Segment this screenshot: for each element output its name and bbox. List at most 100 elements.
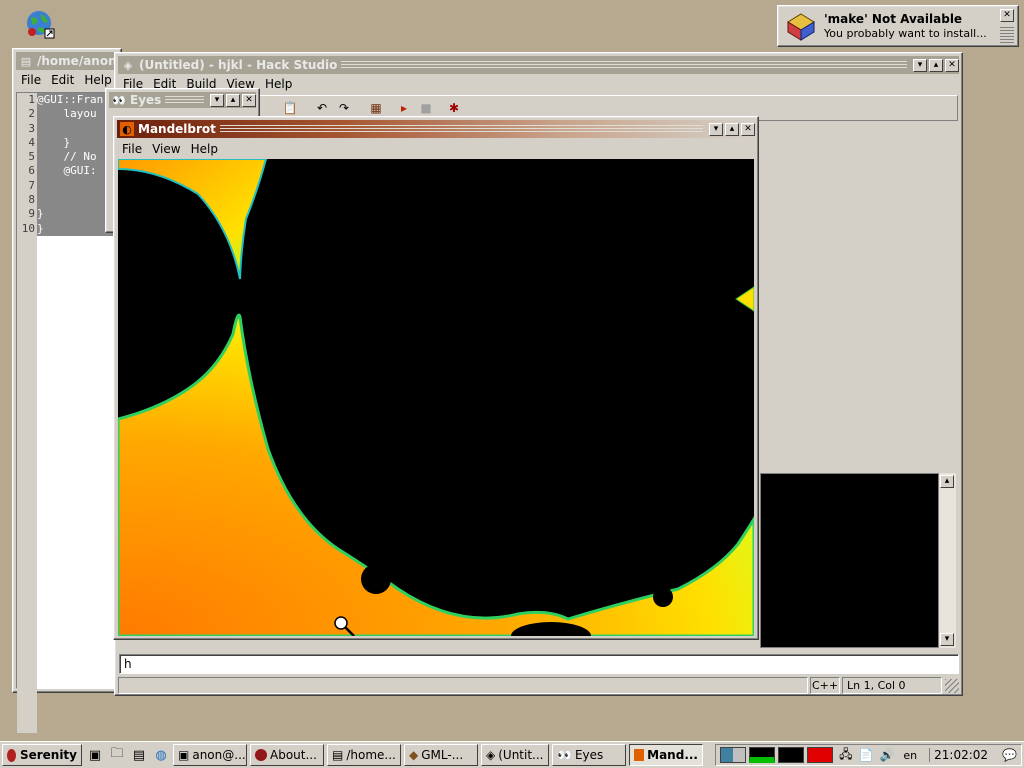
terminal-pane[interactable] <box>760 473 955 648</box>
scroll-down-button[interactable]: ▾ <box>940 633 954 646</box>
notification-close-button[interactable]: ✕ <box>1000 9 1014 22</box>
line-number: 10 <box>21 221 35 235</box>
hackstudio-title: (Untitled) - hjkl - Hack Studio <box>139 58 338 72</box>
line-number: 7 <box>28 178 35 192</box>
stop-icon[interactable]: ■ <box>415 101 437 115</box>
workspace-switcher-icon[interactable] <box>720 747 747 763</box>
run-icon[interactable]: ▸ <box>393 101 415 115</box>
line-number: 9 <box>28 207 35 221</box>
line-number: 4 <box>28 135 35 149</box>
notification-icon <box>786 12 816 42</box>
mandelbrot-minimize-button[interactable]: ▾ <box>709 122 723 136</box>
network-icon[interactable]: 🖧 <box>839 745 852 766</box>
hackstudio-titlebar[interactable]: ◈ (Untitled) - hjkl - Hack Studio ▾ ▴ ✕ <box>118 56 959 74</box>
command-input[interactable]: h <box>119 654 959 674</box>
build-icon[interactable]: ▦ <box>365 101 387 115</box>
line-number: 2 <box>28 107 35 121</box>
mandelbrot-maximize-button[interactable]: ▴ <box>725 122 739 136</box>
mandelbrot-titlebar[interactable]: ◐ Mandelbrot ▾ ▴ ✕ <box>117 120 755 138</box>
mandelbrot-close-button[interactable]: ✕ <box>741 122 755 136</box>
terminal-launcher-icon[interactable]: ▣ <box>85 745 105 765</box>
mandelbrot-menu-view[interactable]: View <box>147 142 185 156</box>
file-manager-launcher-icon[interactable]: 🗀 <box>107 745 127 765</box>
serenity-icon <box>255 749 267 761</box>
status-position: Ln 1, Col 0 <box>842 677 942 694</box>
desktop-globe-icon[interactable] <box>24 8 56 40</box>
editor-titlebar[interactable]: ▤ /home/anon/s <box>16 52 118 70</box>
mandelbrot-menubar: File View Help <box>117 140 755 158</box>
hackstudio-icon: ◈ <box>123 58 133 72</box>
taskbar: Serenity ▣ 🗀 ▤ ◍ ▣ anon@... About... ▤ /… <box>0 741 1024 768</box>
status-blank <box>118 677 808 694</box>
browser-launcher-icon[interactable]: ◍ <box>151 745 171 765</box>
mandelbrot-icon <box>634 749 645 761</box>
mandelbrot-canvas[interactable] <box>118 159 754 636</box>
line-number: 8 <box>28 193 35 207</box>
volume-icon[interactable]: 🔊 <box>879 748 894 762</box>
keyboard-layout[interactable]: en <box>903 749 917 762</box>
notifications-icon[interactable]: 💬 <box>1002 748 1017 762</box>
task-gml[interactable]: ◆ GML-... <box>404 744 478 766</box>
hackstudio-maximize-button[interactable]: ▴ <box>929 58 943 72</box>
redo-icon[interactable]: ↷ <box>333 101 355 115</box>
task-eyes[interactable]: 👀 Eyes <box>552 744 626 766</box>
editor-gutter: 1 2 3 4 5 6 7 8 9 10 <box>17 93 37 733</box>
clipboard-icon[interactable]: 📄 <box>858 748 873 762</box>
terminal-scrollbar[interactable]: ▴ ▾ <box>938 473 956 648</box>
notification-scroll-handle[interactable] <box>1000 27 1014 43</box>
line-number: 3 <box>28 121 35 135</box>
mandelbrot-window[interactable]: ◐ Mandelbrot ▾ ▴ ✕ File View Help <box>113 116 759 640</box>
eyes-icon: 👀 <box>112 93 126 107</box>
paste-icon[interactable]: 📋 <box>279 101 301 115</box>
notification-toast: 'make' Not Available You probably want t… <box>777 5 1019 47</box>
eyes-icon: 👀 <box>557 748 572 762</box>
mandelbrot-title: Mandelbrot <box>138 122 216 136</box>
hackstudio-menu-help[interactable]: Help <box>260 77 297 91</box>
cpu-graph[interactable] <box>749 747 776 763</box>
mandelbrot-icon: ◐ <box>120 122 134 136</box>
hackstudio-close-button[interactable]: ✕ <box>945 58 959 72</box>
editor-menu-file[interactable]: File <box>16 73 46 87</box>
gml-icon: ◆ <box>409 748 419 762</box>
terminal-icon: ▣ <box>178 748 190 762</box>
status-language: C++ <box>810 677 840 694</box>
editor-title: /home/anon/s <box>37 54 118 68</box>
editor-icon: ▤ <box>332 748 344 762</box>
start-button[interactable]: Serenity <box>2 744 82 766</box>
mandelbrot-menu-file[interactable]: File <box>117 142 147 156</box>
network-graph[interactable] <box>807 747 834 763</box>
undo-icon[interactable]: ↶ <box>311 101 333 115</box>
eyes-titlebar[interactable]: 👀 Eyes ▾ ▴ ✕ <box>109 92 256 108</box>
resize-grip-icon[interactable] <box>945 679 959 693</box>
editor-text-area[interactable]: 1 2 3 4 5 6 7 8 9 10 @GUI::Fran layou } … <box>16 92 118 733</box>
eyes-maximize-button[interactable]: ▴ <box>226 93 240 107</box>
task-editor[interactable]: ▤ /home... <box>327 744 401 766</box>
editor-menu-help[interactable]: Help <box>79 73 116 87</box>
task-hackstudio[interactable]: ◈ (Untit... <box>481 744 549 766</box>
clock[interactable]: 21:02:02 <box>929 748 992 762</box>
eyes-title: Eyes <box>130 93 162 107</box>
notification-message: You probably want to install... <box>824 27 987 40</box>
eyes-close-button[interactable]: ✕ <box>242 93 256 107</box>
editor-menu-edit[interactable]: Edit <box>46 73 79 87</box>
editor-window-icon: ▤ <box>20 54 32 68</box>
system-tray: 🖧 📄 🔊 en 21:02:02 💬 <box>715 744 1022 766</box>
line-number: 1 <box>28 93 35 106</box>
text-editor-launcher-icon[interactable]: ▤ <box>129 745 149 765</box>
mandelbrot-menu-help[interactable]: Help <box>186 142 223 156</box>
hackstudio-statusbar: C++ Ln 1, Col 0 <box>118 677 959 695</box>
task-mandelbrot[interactable]: Mand... <box>629 744 703 766</box>
debug-icon[interactable]: ✱ <box>443 101 465 115</box>
scroll-up-button[interactable]: ▴ <box>940 475 954 488</box>
task-terminal[interactable]: ▣ anon@... <box>173 744 247 766</box>
editor-menubar: File Edit Help <box>16 71 118 89</box>
serenity-logo-icon <box>7 748 16 762</box>
notification-title: 'make' Not Available <box>824 12 963 26</box>
memory-graph[interactable] <box>778 747 805 763</box>
line-number: 5 <box>28 150 35 164</box>
hackstudio-minimize-button[interactable]: ▾ <box>913 58 927 72</box>
eyes-minimize-button[interactable]: ▾ <box>210 93 224 107</box>
task-about[interactable]: About... <box>250 744 324 766</box>
line-number: 6 <box>28 164 35 178</box>
mandelbrot-fractal <box>118 159 754 636</box>
